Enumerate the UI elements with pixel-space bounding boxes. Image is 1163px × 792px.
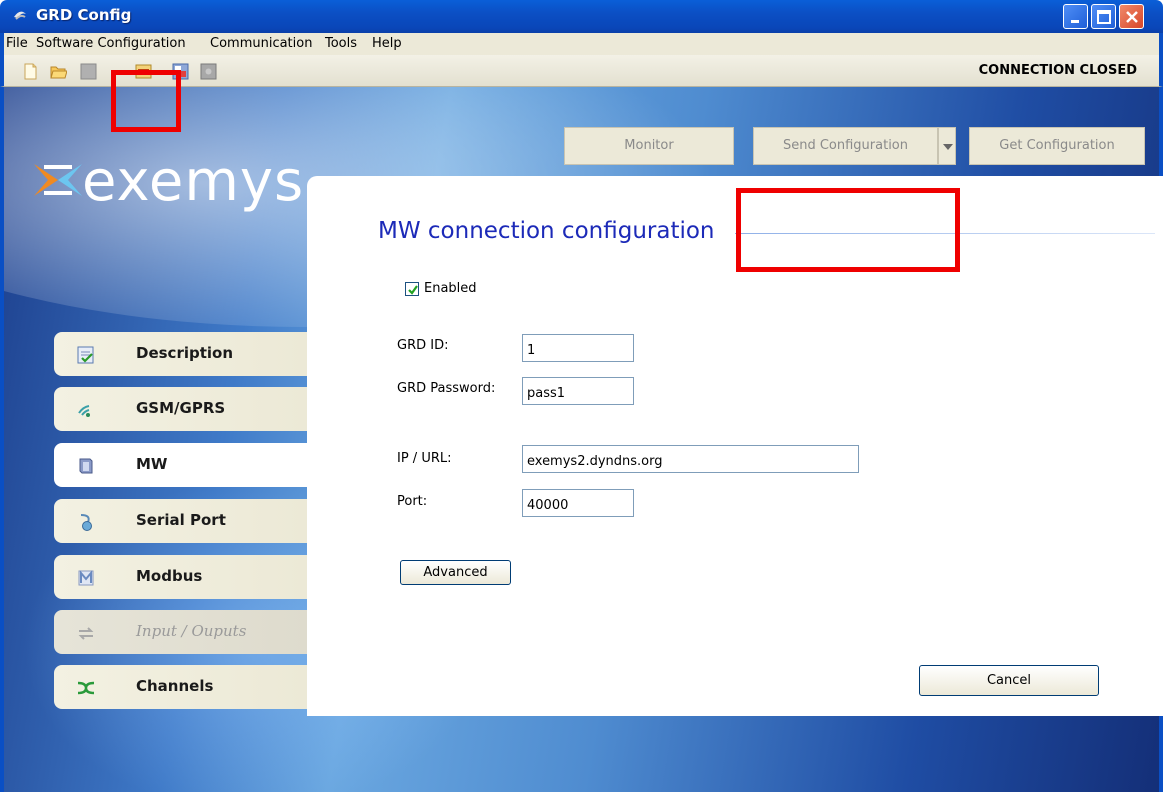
enabled-label: Enabled (424, 281, 477, 296)
modbus-icon (78, 570, 94, 586)
menu-communication[interactable]: Communication (210, 36, 312, 51)
sidebar-item-modbus[interactable]: Modbus (54, 555, 307, 599)
sidebar-item-mw[interactable]: MW (54, 443, 307, 487)
sidebar-item-label: MW (136, 455, 168, 473)
minimize-icon (1071, 20, 1079, 23)
sidebar-item-label: Description (136, 344, 234, 362)
highlight-box-toolbar (111, 70, 181, 132)
exemys-logo-icon (34, 164, 82, 196)
save-icon[interactable] (80, 63, 97, 80)
grd-id-label: GRD ID: (397, 338, 449, 353)
sidebar-item-input-outputs: Input / Ouputs (54, 610, 307, 654)
menu-bar: File Software Configuration Communicatio… (0, 33, 1163, 55)
window-title: GRD Config (36, 6, 132, 24)
page-title: MW connection configuration (378, 218, 715, 244)
advanced-button[interactable]: Advanced (400, 560, 511, 585)
sidebar-item-label: Serial Port (136, 511, 226, 529)
sidebar-item-description[interactable]: Description (54, 332, 307, 376)
open-folder-icon[interactable] (50, 63, 67, 80)
close-button[interactable] (1119, 4, 1144, 29)
cancel-button[interactable]: Cancel (919, 665, 1099, 696)
monitor-button[interactable]: Monitor (564, 127, 734, 165)
serial-port-icon (80, 514, 92, 531)
connection-status: CONNECTION CLOSED (978, 63, 1137, 78)
io-arrows-icon (78, 627, 94, 640)
get-configuration-button[interactable]: Get Configuration (969, 127, 1145, 165)
sidebar-item-label: GSM/GPRS (136, 399, 226, 417)
minimize-button[interactable] (1063, 4, 1088, 29)
close-icon (1126, 11, 1138, 23)
grd-password-label: GRD Password: (397, 381, 496, 396)
maximize-icon (1097, 10, 1111, 24)
highlight-box-send-configuration (736, 188, 960, 272)
new-file-icon[interactable] (22, 63, 39, 80)
menu-tools[interactable]: Tools (325, 36, 357, 51)
sidebar-item-serial-port[interactable]: Serial Port (54, 499, 307, 543)
sidebar-item-label: Modbus (136, 567, 203, 585)
app-icon (14, 11, 26, 20)
sidebar-item-channels[interactable]: Channels (54, 665, 307, 709)
checkmark-icon (408, 285, 418, 295)
ip-url-input[interactable]: exemys2.dyndns.org (522, 445, 859, 473)
menu-software-configuration[interactable]: Software Configuration (36, 36, 186, 51)
title-bar: GRD Config (0, 0, 1163, 33)
channels-icon (77, 681, 95, 695)
grd-password-input[interactable]: pass1 (522, 377, 634, 405)
maximize-button[interactable] (1091, 4, 1116, 29)
wireless-icon (78, 405, 90, 417)
sidebar-item-gsm-gprs[interactable]: GSM/GPRS (54, 387, 307, 431)
sidebar-item-label: Input / Ouputs (136, 622, 247, 640)
grd-id-input[interactable]: 1 (522, 334, 634, 362)
send-configuration-dropdown[interactable] (938, 127, 956, 165)
settings-icon[interactable] (200, 63, 217, 80)
description-icon (77, 346, 94, 364)
chevron-down-icon (943, 144, 953, 150)
menu-file[interactable]: File (6, 36, 28, 51)
enabled-checkbox[interactable] (405, 282, 419, 296)
server-icon (79, 458, 93, 474)
ip-url-label: IP / URL: (397, 451, 452, 466)
port-input[interactable]: 40000 (522, 489, 634, 517)
sidebar-item-label: Channels (136, 677, 214, 695)
port-label: Port: (397, 494, 428, 509)
logo-text: exemys (82, 149, 305, 214)
menu-help[interactable]: Help (372, 36, 402, 51)
send-configuration-button[interactable]: Send Configuration (753, 127, 938, 165)
